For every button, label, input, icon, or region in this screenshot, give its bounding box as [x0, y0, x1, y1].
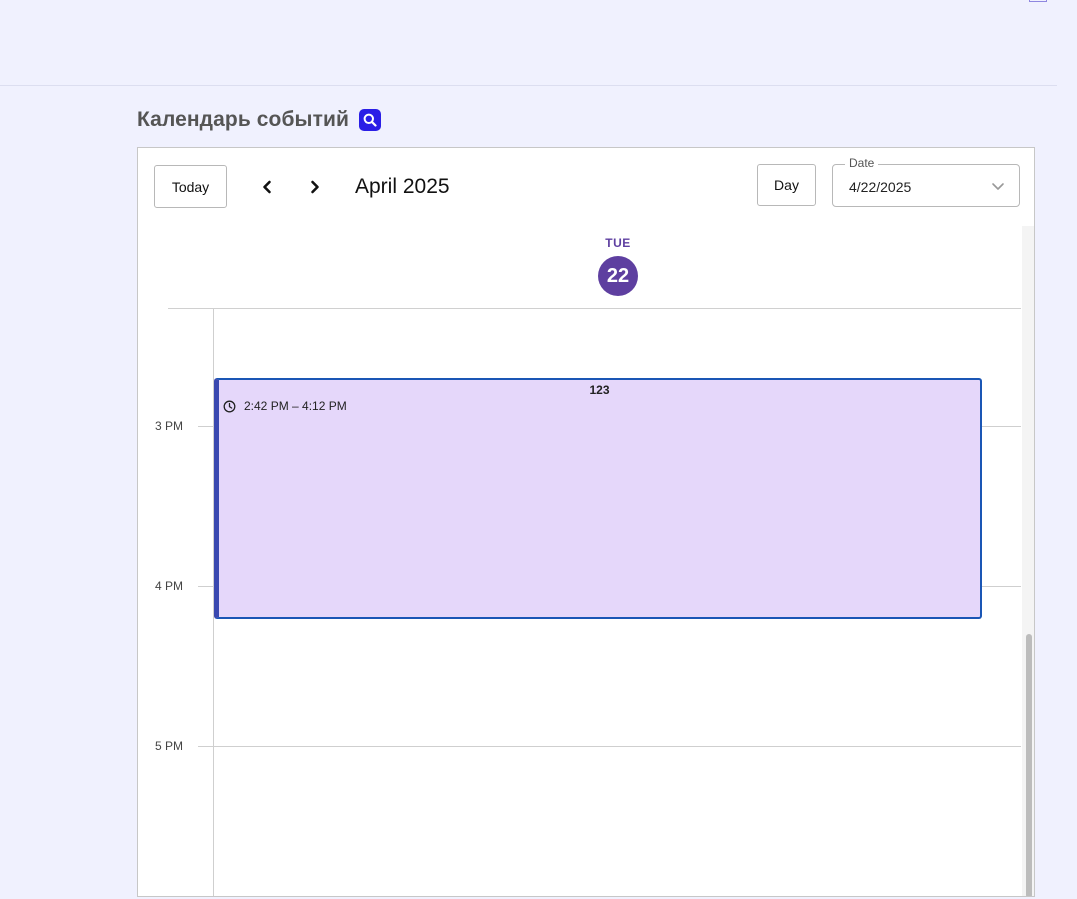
day-number-badge[interactable]: 22 — [598, 256, 638, 296]
next-button[interactable] — [304, 176, 326, 198]
calendar-panel: Today April 2025 Day Date 4/22/2025 TUE … — [137, 147, 1035, 897]
clock-icon — [223, 400, 236, 412]
date-picker-field[interactable]: Date 4/22/2025 — [832, 156, 1020, 207]
weekday-label: TUE — [605, 236, 631, 250]
prev-button[interactable] — [256, 176, 278, 198]
header-divider — [168, 308, 1021, 309]
top-bar — [0, 0, 1057, 86]
chevron-down-icon[interactable] — [991, 179, 1005, 193]
view-day-button[interactable]: Day — [757, 164, 816, 206]
event-time-range: 2:42 PM – 4:12 PM — [244, 399, 347, 413]
today-button[interactable]: Today — [154, 165, 227, 208]
search-icon — [363, 113, 377, 127]
calendar-event[interactable]: 123 2:42 PM – 4:12 PM — [214, 378, 982, 619]
chevron-right-icon — [311, 180, 319, 194]
event-title: 123 — [589, 383, 610, 397]
current-month-label: April 2025 — [355, 175, 450, 198]
time-label-5pm: 5 PM — [155, 739, 184, 753]
corner-icon — [1029, 0, 1047, 2]
search-button[interactable] — [358, 109, 381, 131]
time-label-4pm: 4 PM — [155, 579, 184, 593]
chevron-left-icon — [263, 180, 271, 194]
date-value: 4/22/2025 — [849, 179, 912, 195]
hour-line-5pm — [198, 746, 1021, 747]
scrollbar-thumb[interactable] — [1026, 634, 1032, 896]
page-header: Календарь событий — [137, 108, 381, 132]
date-field-label: Date — [845, 156, 879, 170]
time-label-3pm: 3 PM — [155, 419, 184, 433]
day-column-header[interactable]: TUE 22 — [578, 236, 658, 296]
page-title: Календарь событий — [137, 108, 349, 131]
event-time-row: 2:42 PM – 4:12 PM — [223, 399, 347, 413]
